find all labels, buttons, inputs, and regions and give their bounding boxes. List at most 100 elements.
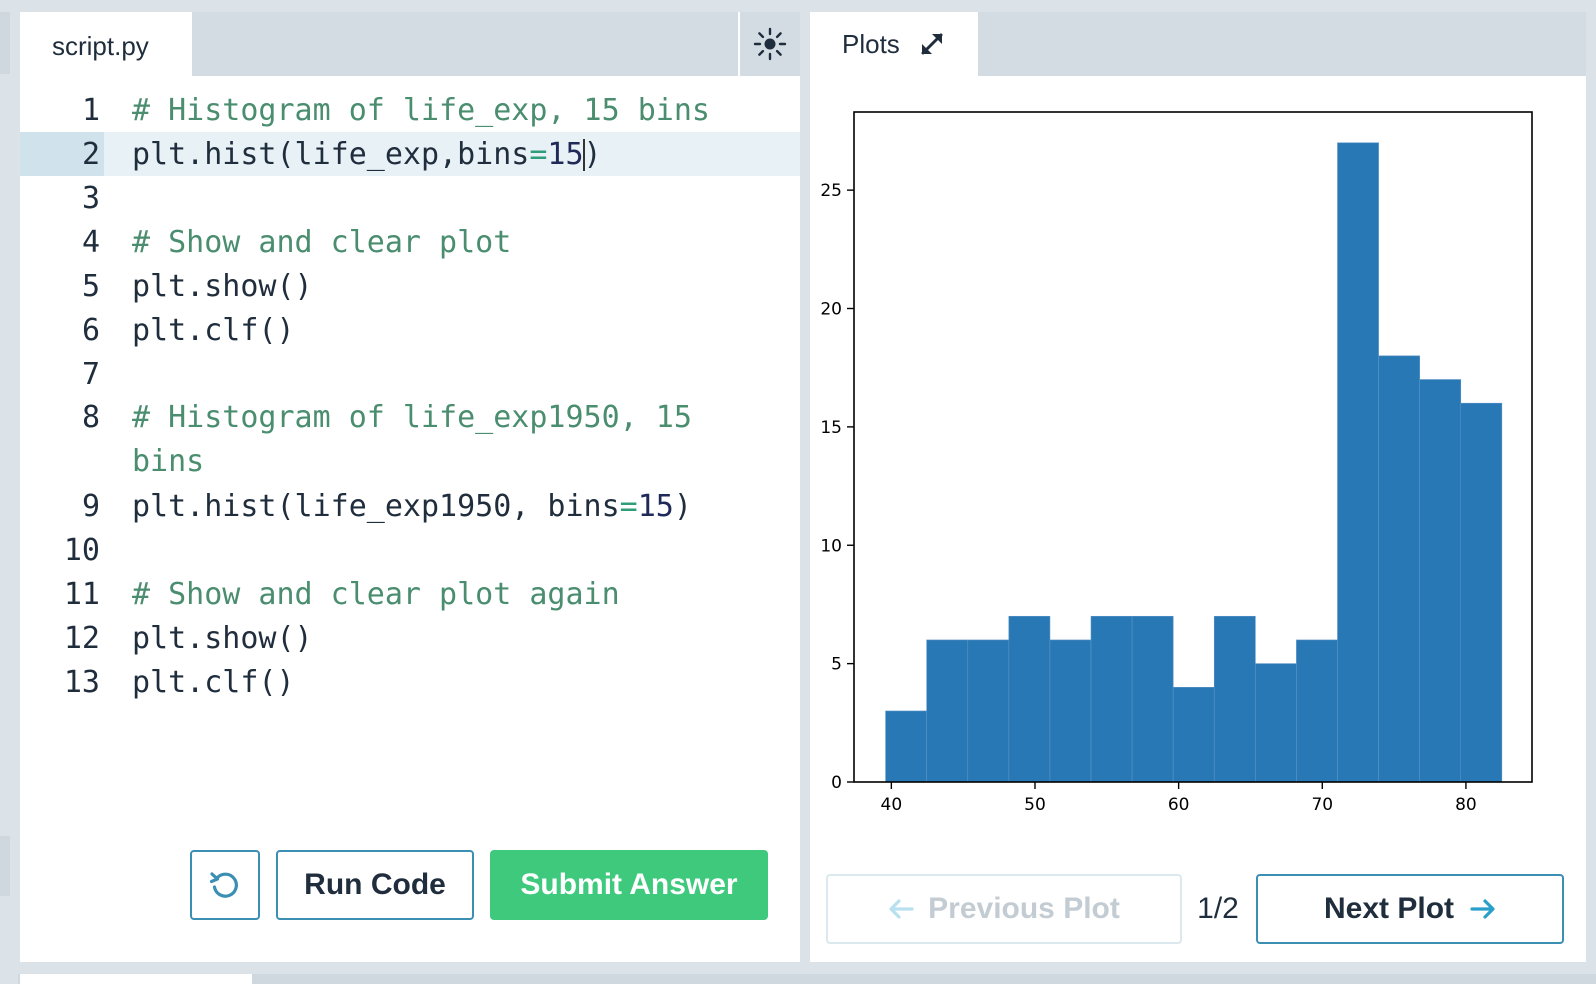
code-editor[interactable]: 1 # Histogram of life_exp, 15 bins 2 plt.hi… [20,88,800,704]
code-line[interactable]: 8 # Histogram of life_exp1950, 15 bins [20,396,800,484]
code-token: 15 [547,136,584,172]
line-number: 9 [81,488,100,524]
histogram-bar [885,710,927,783]
code-token: plt.show() [132,268,313,304]
code-line[interactable]: 11 # Show and clear plot again [20,572,800,616]
histogram-bar [1049,639,1092,783]
x-tick-label: 70 [1311,795,1333,815]
code-text: # Show and clear plot [132,225,511,260]
code-line[interactable]: 6 plt.clf() [20,308,800,352]
code-text: plt.show() [132,269,313,304]
histogram-bar [1255,663,1297,783]
plot-navigation: Previous Plot 1/2 Next Plot [810,874,1586,946]
code-token: # Show and clear plot again [132,576,620,612]
plots-tab-label: Plots [842,28,900,59]
bottom-strip [18,974,1596,984]
y-tick-label: 5 [831,655,842,675]
line-number: 12 [63,620,100,656]
code-token: ) [673,488,692,524]
histogram-bar [1337,142,1379,783]
code-line[interactable]: 9 plt.hist(life_exp1950, bins=15) [20,484,800,528]
code-line[interactable]: 13 plt.clf() [20,660,800,704]
y-tick-label: 10 [820,536,842,556]
previous-plot-label: Previous Plot [928,892,1120,925]
histogram-bar [967,639,1010,783]
code-line[interactable]: 4 # Show and clear plot [20,220,800,264]
reset-button[interactable] [190,850,260,920]
histogram-bar [1378,355,1420,783]
histogram-bar [1008,615,1051,783]
code-line[interactable]: 12 plt.show() [20,616,800,660]
tab-plots[interactable]: Plots [810,12,978,76]
run-code-button[interactable]: Run Code [276,850,474,920]
code-token: ) [583,136,602,172]
code-text: plt.show() [132,621,313,656]
code-text: plt.hist(life_exp1950, bins=15) [132,489,692,524]
x-tick-label: 40 [881,795,903,815]
theme-toggle-button[interactable] [738,12,800,76]
code-token: plt.show() [132,620,313,656]
editor-tabbar: script.py [20,12,800,76]
next-plot-button[interactable]: Next Plot [1256,874,1564,944]
histogram-bar [1213,615,1256,783]
arrow-right-icon [1470,899,1495,919]
y-tick-label: 0 [831,773,842,793]
file-tab-label: script.py [52,31,149,61]
line-number: 1 [81,92,100,128]
code-text: plt.clf() [132,665,295,700]
histogram-bar [1296,639,1338,783]
code-line[interactable]: 3 [20,176,800,220]
editor-actions: Run Code Submit Answer [20,850,800,922]
code-text: # Histogram of life_exp1950, 15 bins [132,396,752,484]
code-token: plt.clf() [132,312,295,348]
line-number: 4 [81,224,100,260]
undo-icon [209,872,238,898]
y-tick-label: 15 [820,418,842,438]
line-number: 3 [81,180,100,216]
expand-icon[interactable] [918,30,946,58]
histogram-bar [1090,615,1133,783]
code-text: # Show and clear plot again [132,577,620,612]
code-token: plt.clf() [132,664,295,700]
code-token: # Histogram of life_exp1950, 15 bins [132,400,692,479]
histogram-bar [1131,615,1174,783]
line-number: 2 [20,132,104,176]
code-line[interactable]: 2 plt.hist(life_exp,bins=15) [20,132,800,176]
plot-page-indicator: 1/2 [1197,892,1239,925]
next-plot-label: Next Plot [1323,892,1455,925]
submit-answer-button[interactable]: Submit Answer [490,850,768,920]
bottom-tab [20,974,252,984]
code-token: # Show and clear plot [132,224,512,260]
previous-plot-button[interactable]: Previous Plot [826,874,1182,944]
x-tick-label: 60 [1168,795,1190,815]
plots-tabbar: Plots [810,12,1586,76]
editor-panel: script.py 1 # Histogram of life_exp, 15 b… [20,12,800,962]
line-number: 10 [63,532,100,568]
x-tick-label: 50 [1024,795,1046,815]
histogram-bar [926,639,969,783]
tab-script-py[interactable]: script.py [20,12,192,76]
sun-icon [753,27,787,61]
code-text: plt.clf() [132,313,295,348]
code-line[interactable]: 7 [20,352,800,396]
plots-panel: Plots 40 50 60 70 80 0 5 10 15 20 25 Previous Plot… [810,12,1586,962]
histogram-bar [1172,687,1215,783]
y-tick-label: 25 [820,181,842,201]
code-token: plt.hist(life_exp,bins [132,136,530,172]
line-number: 6 [81,312,100,348]
line-number: 8 [81,400,100,435]
code-token: = [529,136,548,172]
left-edge-strip [0,12,10,74]
code-line[interactable]: 5 plt.show() [20,264,800,308]
y-tick-label: 20 [820,300,842,320]
arrow-left-icon [889,899,914,919]
histogram-svg: 40 50 60 70 80 0 5 10 15 20 25 [820,111,1533,815]
histogram-bar [1460,402,1503,783]
line-number: 13 [63,664,100,700]
code-line[interactable]: 1 # Histogram of life_exp, 15 bins [20,88,800,132]
code-token: 15 [637,488,674,524]
code-token: = [619,488,638,524]
line-number: 7 [81,356,100,392]
code-line[interactable]: 10 [20,528,800,572]
histogram-bar [1419,379,1462,783]
